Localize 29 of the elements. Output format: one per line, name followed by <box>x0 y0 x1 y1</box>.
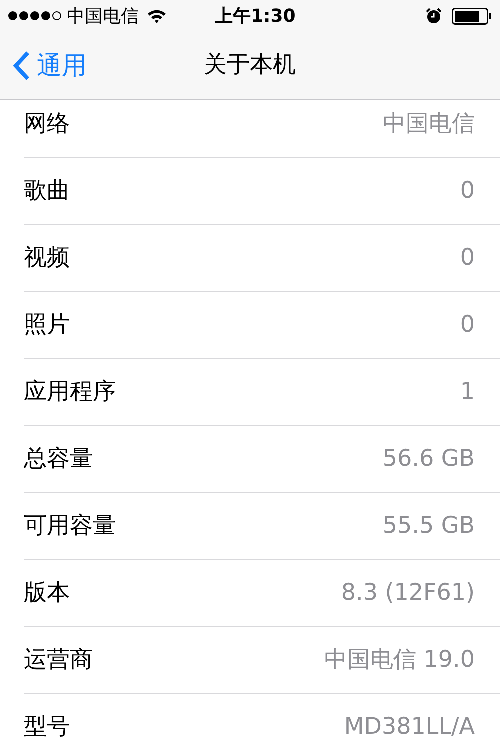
row-value: 0 <box>460 310 475 340</box>
clock-time: 上午1:30 <box>215 4 296 28</box>
wifi-icon <box>147 8 167 24</box>
row-label: 应用程序 <box>24 378 116 407</box>
row-label: 可用容量 <box>24 512 116 541</box>
row-value: 0 <box>460 244 475 273</box>
row-label: 视频 <box>24 244 70 273</box>
chevron-icon <box>13 50 31 80</box>
battery-icon <box>452 8 492 24</box>
row-label: 网络 <box>24 110 70 140</box>
row-value: 56.6 GB <box>382 444 475 474</box>
row-value: 0 <box>460 176 475 206</box>
back-button[interactable]: 通用 <box>0 46 87 84</box>
row-label: 版本 <box>24 578 70 608</box>
row-value: 8.3 (12F61) <box>341 578 475 608</box>
row-label: 照片 <box>24 310 70 340</box>
alarm-icon <box>426 8 442 24</box>
page-title: 关于本机 <box>204 51 296 80</box>
row-label: 歌曲 <box>24 176 70 206</box>
carrier-name: 中国电信 <box>67 4 139 28</box>
row-label: 运营商 <box>24 646 93 675</box>
row-value: 中国电信 19.0 <box>324 646 475 675</box>
row-label: 型号 <box>24 712 70 742</box>
row-value: 中国电信 <box>383 110 475 140</box>
row-value: 55.5 GB <box>382 512 475 541</box>
row-value: MD381LL/A <box>344 712 475 742</box>
signal-icon <box>8 11 62 21</box>
row-value: 1 <box>460 378 475 407</box>
row-label: 总容量 <box>24 444 93 474</box>
